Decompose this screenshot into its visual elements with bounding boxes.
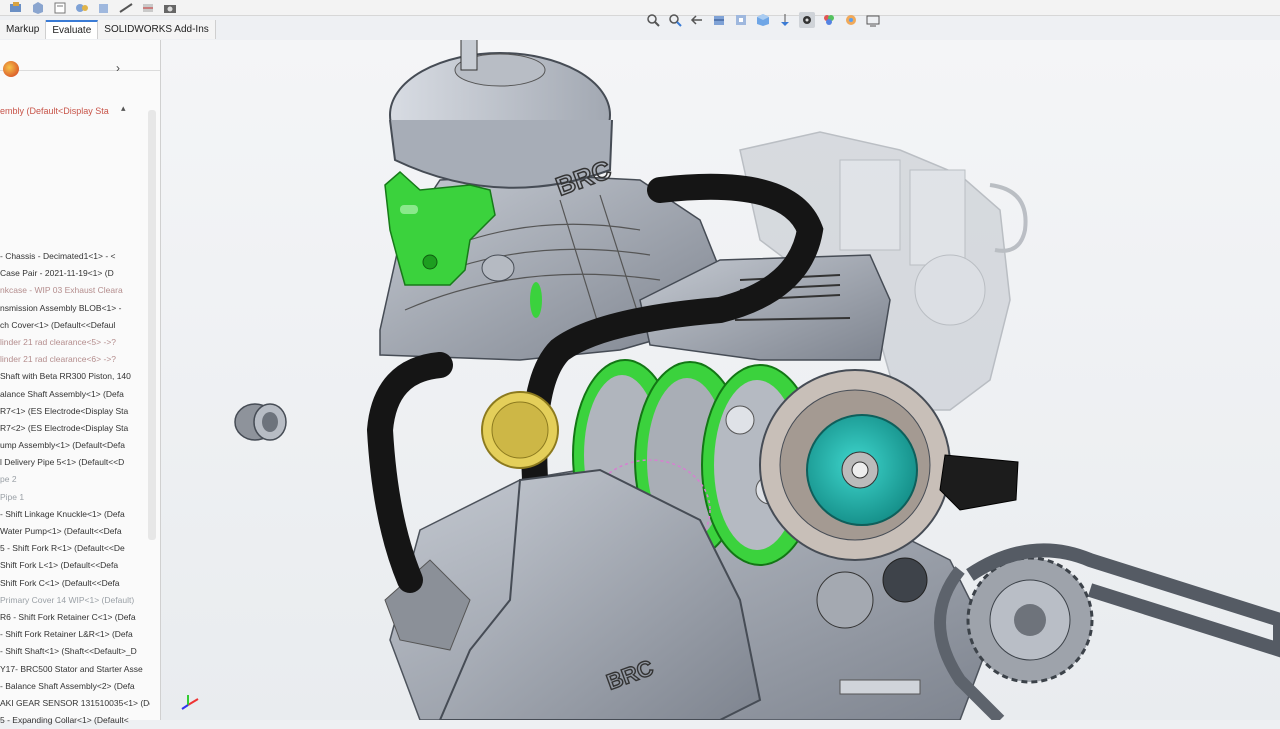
component-icon[interactable] [96, 1, 112, 14]
tree-item[interactable]: Shift Fork C<1> (Default<<Defa [0, 575, 150, 592]
section-icon[interactable] [140, 1, 156, 14]
tree-item[interactable]: 5 - Expanding Collar<1> (Default< [0, 712, 150, 729]
tree-scrollbar[interactable] [148, 110, 156, 540]
axis-triad-icon [181, 695, 199, 710]
camera-icon[interactable] [162, 1, 178, 14]
tree-item[interactable]: nkcase - WIP 03 Exhaust Cleara [0, 282, 150, 299]
tree-item[interactable]: Case Pair - 2021-11-19<1> (D [0, 265, 150, 282]
tree-item[interactable]: l Delivery Pipe 5<1> (Default<<D [0, 454, 150, 471]
tree-item[interactable]: Shift Fork L<1> (Default<<Defa [0, 557, 150, 574]
display-style-icon[interactable] [777, 12, 793, 28]
tab-solidworks-add-ins[interactable]: SOLIDWORKS Add-Ins [98, 20, 216, 39]
expanding-collar-part [234, 403, 287, 441]
chevron-up-icon[interactable]: ▴ [121, 103, 126, 114]
tree-item[interactable]: - Shift Shaft<1> (Shaft<<Default>_D [0, 643, 150, 660]
feature-tree: - Chassis - Decimated1<1> - < Case Pair -… [0, 248, 150, 729]
tree-item[interactable]: 5 - Shift Fork R<1> (Default<<De [0, 540, 150, 557]
tree-item[interactable]: - Chassis - Decimated1<1> - < [0, 248, 150, 265]
tree-item[interactable]: Primary Cover 14 WIP<1> (Default) [0, 592, 150, 609]
tree-item[interactable]: - Balance Shaft Assembly<2> (Defa [0, 678, 150, 695]
appearance-tab-icon[interactable] [3, 61, 19, 77]
tree-item[interactable]: R7<2> (ES Electrode<Display Sta [0, 420, 150, 437]
tree-item[interactable]: ump Assembly<1> (Default<Defa [0, 437, 150, 454]
assembly-icon[interactable] [8, 1, 24, 14]
drawing-icon[interactable] [52, 1, 68, 14]
tree-item[interactable]: linder 21 rad clearance<6> ->? [0, 351, 150, 368]
tab-evaluate[interactable]: Evaluate [46, 20, 99, 39]
tree-item[interactable]: ch Cover<1> (Default<<Defaul [0, 317, 150, 334]
part-icon[interactable] [30, 1, 46, 14]
measure-icon[interactable] [118, 1, 134, 14]
edit-appearance-icon[interactable] [821, 12, 837, 28]
mate-icon[interactable] [74, 1, 90, 14]
top-toolbar [0, 0, 1280, 16]
tree-item[interactable]: AKI GEAR SENSOR 131510035<1> (Def [0, 695, 150, 712]
apply-scene-icon[interactable] [843, 12, 859, 28]
tree-item[interactable]: linder 21 rad clearance<5> ->? [0, 334, 150, 351]
tree-item[interactable]: pe 2 [0, 471, 150, 488]
tree-item[interactable]: - Shift Fork Retainer L&R<1> (Defa [0, 626, 150, 643]
panel-tabs: › [0, 40, 160, 77]
zoom-area-icon[interactable] [667, 12, 683, 28]
graphics-area[interactable]: BRC BRC [161, 40, 1280, 720]
tree-item[interactable]: - Shift Linkage Knuckle<1> (Defa [0, 506, 150, 523]
tree-item[interactable]: Y17- BRC500 Stator and Starter Asse [0, 661, 150, 678]
zoom-to-fit-icon[interactable] [645, 12, 661, 28]
tree-item[interactable]: Water Pump<1> (Default<<Defa [0, 523, 150, 540]
spark-plug [460, 40, 478, 71]
feature-manager-panel: › embly (Default<Display Sta ▴ - Chassis… [0, 40, 161, 725]
tab-markup[interactable]: Markup [0, 20, 47, 39]
tree-item[interactable]: R6 - Shift Fork Retainer C<1> (Defa [0, 609, 150, 626]
view-settings-icon[interactable] [865, 12, 881, 28]
previous-view-icon[interactable] [689, 12, 705, 28]
tree-item[interactable]: Pipe 1 [0, 489, 150, 506]
dynamic-annotation-icon[interactable] [733, 12, 749, 28]
gear-sensor [939, 454, 1019, 511]
engine-model: BRC BRC [181, 40, 1280, 720]
hide-show-icon[interactable] [799, 12, 815, 28]
section-view-icon[interactable] [711, 12, 727, 28]
command-manager-tabs: Markup Evaluate SOLIDWORKS Add-Ins [0, 20, 216, 39]
heads-up-view-toolbar [645, 12, 881, 28]
tree-item[interactable]: Shaft with Beta RR300 Piston, 140 [0, 368, 150, 385]
tree-item[interactable]: alance Shaft Assembly<1> (Defa [0, 386, 150, 403]
tree-item[interactable]: nsmission Assembly BLOB<1> - [0, 300, 150, 317]
tree-item[interactable]: R7<1> (ES Electrode<Display Sta [0, 403, 150, 420]
chevron-right-icon[interactable]: › [116, 61, 120, 75]
tree-root[interactable]: embly (Default<Display Sta [0, 106, 122, 116]
view-orientation-icon[interactable] [755, 12, 771, 28]
